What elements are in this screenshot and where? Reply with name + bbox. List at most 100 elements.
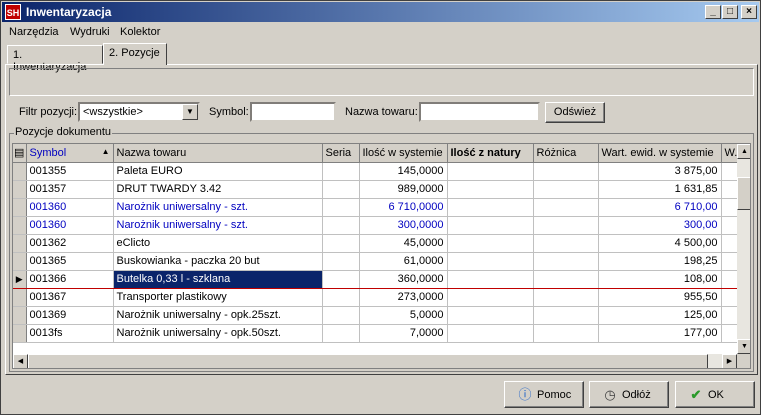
cell-value-system[interactable]: 1 631,85 bbox=[598, 180, 722, 199]
tab-inwentaryzacja[interactable]: 1. Inwentaryzacja bbox=[7, 45, 103, 73]
cell-more[interactable] bbox=[721, 324, 738, 343]
filter-combo[interactable]: <wszystkie> ▼ bbox=[78, 102, 200, 122]
cell-more[interactable] bbox=[721, 252, 738, 271]
vertical-scrollbar[interactable]: ▲ ▼ bbox=[737, 144, 750, 354]
cell-value-system[interactable]: 955,50 bbox=[598, 288, 722, 307]
table-row[interactable]: 001357 DRUT TWARDY 3.42 989,0000 1 631,85 bbox=[13, 180, 738, 199]
cell-more[interactable] bbox=[721, 180, 738, 199]
col-header-symbol[interactable]: Symbol ▲ bbox=[26, 144, 114, 163]
cell-difference[interactable] bbox=[533, 198, 599, 217]
cell-symbol[interactable]: 001360 bbox=[26, 198, 114, 217]
table-row[interactable]: 001355 Paleta EURO 145,0000 3 875,00 bbox=[13, 162, 738, 181]
cell-value-system[interactable]: 300,00 bbox=[598, 216, 722, 235]
cell-symbol[interactable]: 001369 bbox=[26, 306, 114, 325]
cell-name[interactable]: Narożnik uniwersalny - szt. bbox=[113, 216, 323, 235]
cell-seria[interactable] bbox=[322, 324, 360, 343]
cell-difference[interactable] bbox=[533, 180, 599, 199]
menu-kolektor[interactable]: Kolektor bbox=[120, 26, 160, 38]
row-indicator[interactable] bbox=[13, 216, 27, 235]
row-indicator[interactable] bbox=[13, 252, 27, 271]
table-row[interactable]: ▶ 001366 Butelka 0,33 l - szklana 360,0000 1… bbox=[13, 269, 738, 289]
cell-more[interactable] bbox=[721, 162, 738, 181]
scroll-right-icon[interactable]: ▶ bbox=[722, 354, 737, 368]
cell-value-system[interactable]: 108,00 bbox=[598, 269, 722, 289]
menu-wydruki[interactable]: Wydruki bbox=[70, 26, 110, 38]
grid-menu-icon[interactable]: ▤ bbox=[13, 144, 27, 163]
tab-pozycje[interactable]: 2. Pozycje bbox=[103, 43, 167, 65]
cell-name[interactable]: Paleta EURO bbox=[113, 162, 323, 181]
cell-qty-actual[interactable] bbox=[447, 234, 534, 253]
help-button[interactable]: ⓘ Pomoc bbox=[504, 381, 584, 408]
cell-more[interactable] bbox=[721, 306, 738, 325]
cell-difference[interactable] bbox=[533, 324, 599, 343]
cell-symbol[interactable]: 001355 bbox=[26, 162, 114, 181]
cell-qty-actual[interactable] bbox=[447, 288, 534, 307]
row-indicator[interactable] bbox=[13, 288, 27, 307]
cell-name[interactable]: eClicto bbox=[113, 234, 323, 253]
table-row[interactable]: 001362 eClicto 45,0000 4 500,00 bbox=[13, 234, 738, 253]
row-indicator[interactable]: ▶ bbox=[13, 269, 27, 289]
maximize-button[interactable]: □ bbox=[722, 5, 738, 19]
col-header-value-system[interactable]: Wart. ewid. w systemie bbox=[598, 144, 722, 163]
cell-qty-system[interactable]: 989,0000 bbox=[359, 180, 448, 199]
cell-qty-actual[interactable] bbox=[447, 269, 534, 289]
cell-seria[interactable] bbox=[322, 180, 360, 199]
title-bar[interactable]: SH Inwentaryzacja _ □ × bbox=[2, 2, 759, 22]
cell-symbol[interactable]: 001357 bbox=[26, 180, 114, 199]
cell-value-system[interactable]: 4 500,00 bbox=[598, 234, 722, 253]
scroll-up-icon[interactable]: ▲ bbox=[737, 144, 750, 159]
row-indicator[interactable] bbox=[13, 324, 27, 343]
row-indicator[interactable] bbox=[13, 198, 27, 217]
table-row[interactable]: 001360 Narożnik uniwersalny - szt. 6 710,0… bbox=[13, 198, 738, 217]
chevron-down-icon[interactable]: ▼ bbox=[182, 104, 198, 120]
cell-seria[interactable] bbox=[322, 216, 360, 235]
cell-qty-system[interactable]: 61,0000 bbox=[359, 252, 448, 271]
name-input[interactable] bbox=[419, 102, 540, 122]
cell-name[interactable]: Buskowianka - paczka 20 but bbox=[113, 252, 323, 271]
table-row[interactable]: 001369 Narożnik uniwersalny - opk.25szt. 5… bbox=[13, 306, 738, 325]
cell-value-system[interactable]: 6 710,00 bbox=[598, 198, 722, 217]
cell-seria[interactable] bbox=[322, 198, 360, 217]
cell-difference[interactable] bbox=[533, 234, 599, 253]
cell-qty-system[interactable]: 360,0000 bbox=[359, 269, 448, 289]
table-row[interactable]: 0013fs Narożnik uniwersalny - opk.50szt. 7… bbox=[13, 324, 738, 343]
cell-value-system[interactable]: 125,00 bbox=[598, 306, 722, 325]
cell-more[interactable] bbox=[721, 269, 738, 289]
row-indicator[interactable] bbox=[13, 234, 27, 253]
cell-qty-system[interactable]: 5,0000 bbox=[359, 306, 448, 325]
cell-qty-system[interactable]: 6 710,0000 bbox=[359, 198, 448, 217]
col-header-more[interactable]: W... bbox=[721, 144, 738, 163]
table-row[interactable]: 001367 Transporter plastikowy 273,0000 955,… bbox=[13, 288, 738, 307]
cell-name[interactable]: Narożnik uniwersalny - szt. bbox=[113, 198, 323, 217]
cell-difference[interactable] bbox=[533, 216, 599, 235]
cell-qty-actual[interactable] bbox=[447, 198, 534, 217]
cell-seria[interactable] bbox=[322, 306, 360, 325]
cell-symbol[interactable]: 001360 bbox=[26, 216, 114, 235]
cell-name[interactable]: Narożnik uniwersalny - opk.25szt. bbox=[113, 306, 323, 325]
cell-more[interactable] bbox=[721, 288, 738, 307]
cell-more[interactable] bbox=[721, 216, 738, 235]
cell-qty-actual[interactable] bbox=[447, 162, 534, 181]
col-header-difference[interactable]: Różnica bbox=[533, 144, 599, 163]
revert-button[interactable]: ◷ Odłóż bbox=[589, 381, 669, 408]
vertical-scroll-thumb[interactable] bbox=[737, 177, 750, 210]
cell-value-system[interactable]: 198,25 bbox=[598, 252, 722, 271]
cell-difference[interactable] bbox=[533, 162, 599, 181]
scroll-left-icon[interactable]: ◀ bbox=[13, 354, 28, 368]
cell-more[interactable] bbox=[721, 198, 738, 217]
table-row[interactable]: 001360 Narożnik uniwersalny - szt. 300,000… bbox=[13, 216, 738, 235]
row-indicator[interactable] bbox=[13, 306, 27, 325]
cell-difference[interactable] bbox=[533, 288, 599, 307]
cell-qty-system[interactable]: 300,0000 bbox=[359, 216, 448, 235]
cell-difference[interactable] bbox=[533, 252, 599, 271]
cell-seria[interactable] bbox=[322, 234, 360, 253]
horizontal-scroll-thumb[interactable] bbox=[28, 354, 708, 368]
horizontal-scrollbar[interactable]: ◀ ▶ bbox=[13, 354, 737, 368]
minimize-button[interactable]: _ bbox=[705, 5, 721, 19]
scroll-down-icon[interactable]: ▼ bbox=[737, 339, 750, 354]
table-row[interactable]: 001365 Buskowianka - paczka 20 but 61,0000… bbox=[13, 252, 738, 271]
cell-difference[interactable] bbox=[533, 269, 599, 289]
col-header-qty-actual[interactable]: Ilość z natury bbox=[447, 144, 534, 163]
cell-name[interactable]: Narożnik uniwersalny - opk.50szt. bbox=[113, 324, 323, 343]
symbol-input[interactable] bbox=[250, 102, 336, 122]
